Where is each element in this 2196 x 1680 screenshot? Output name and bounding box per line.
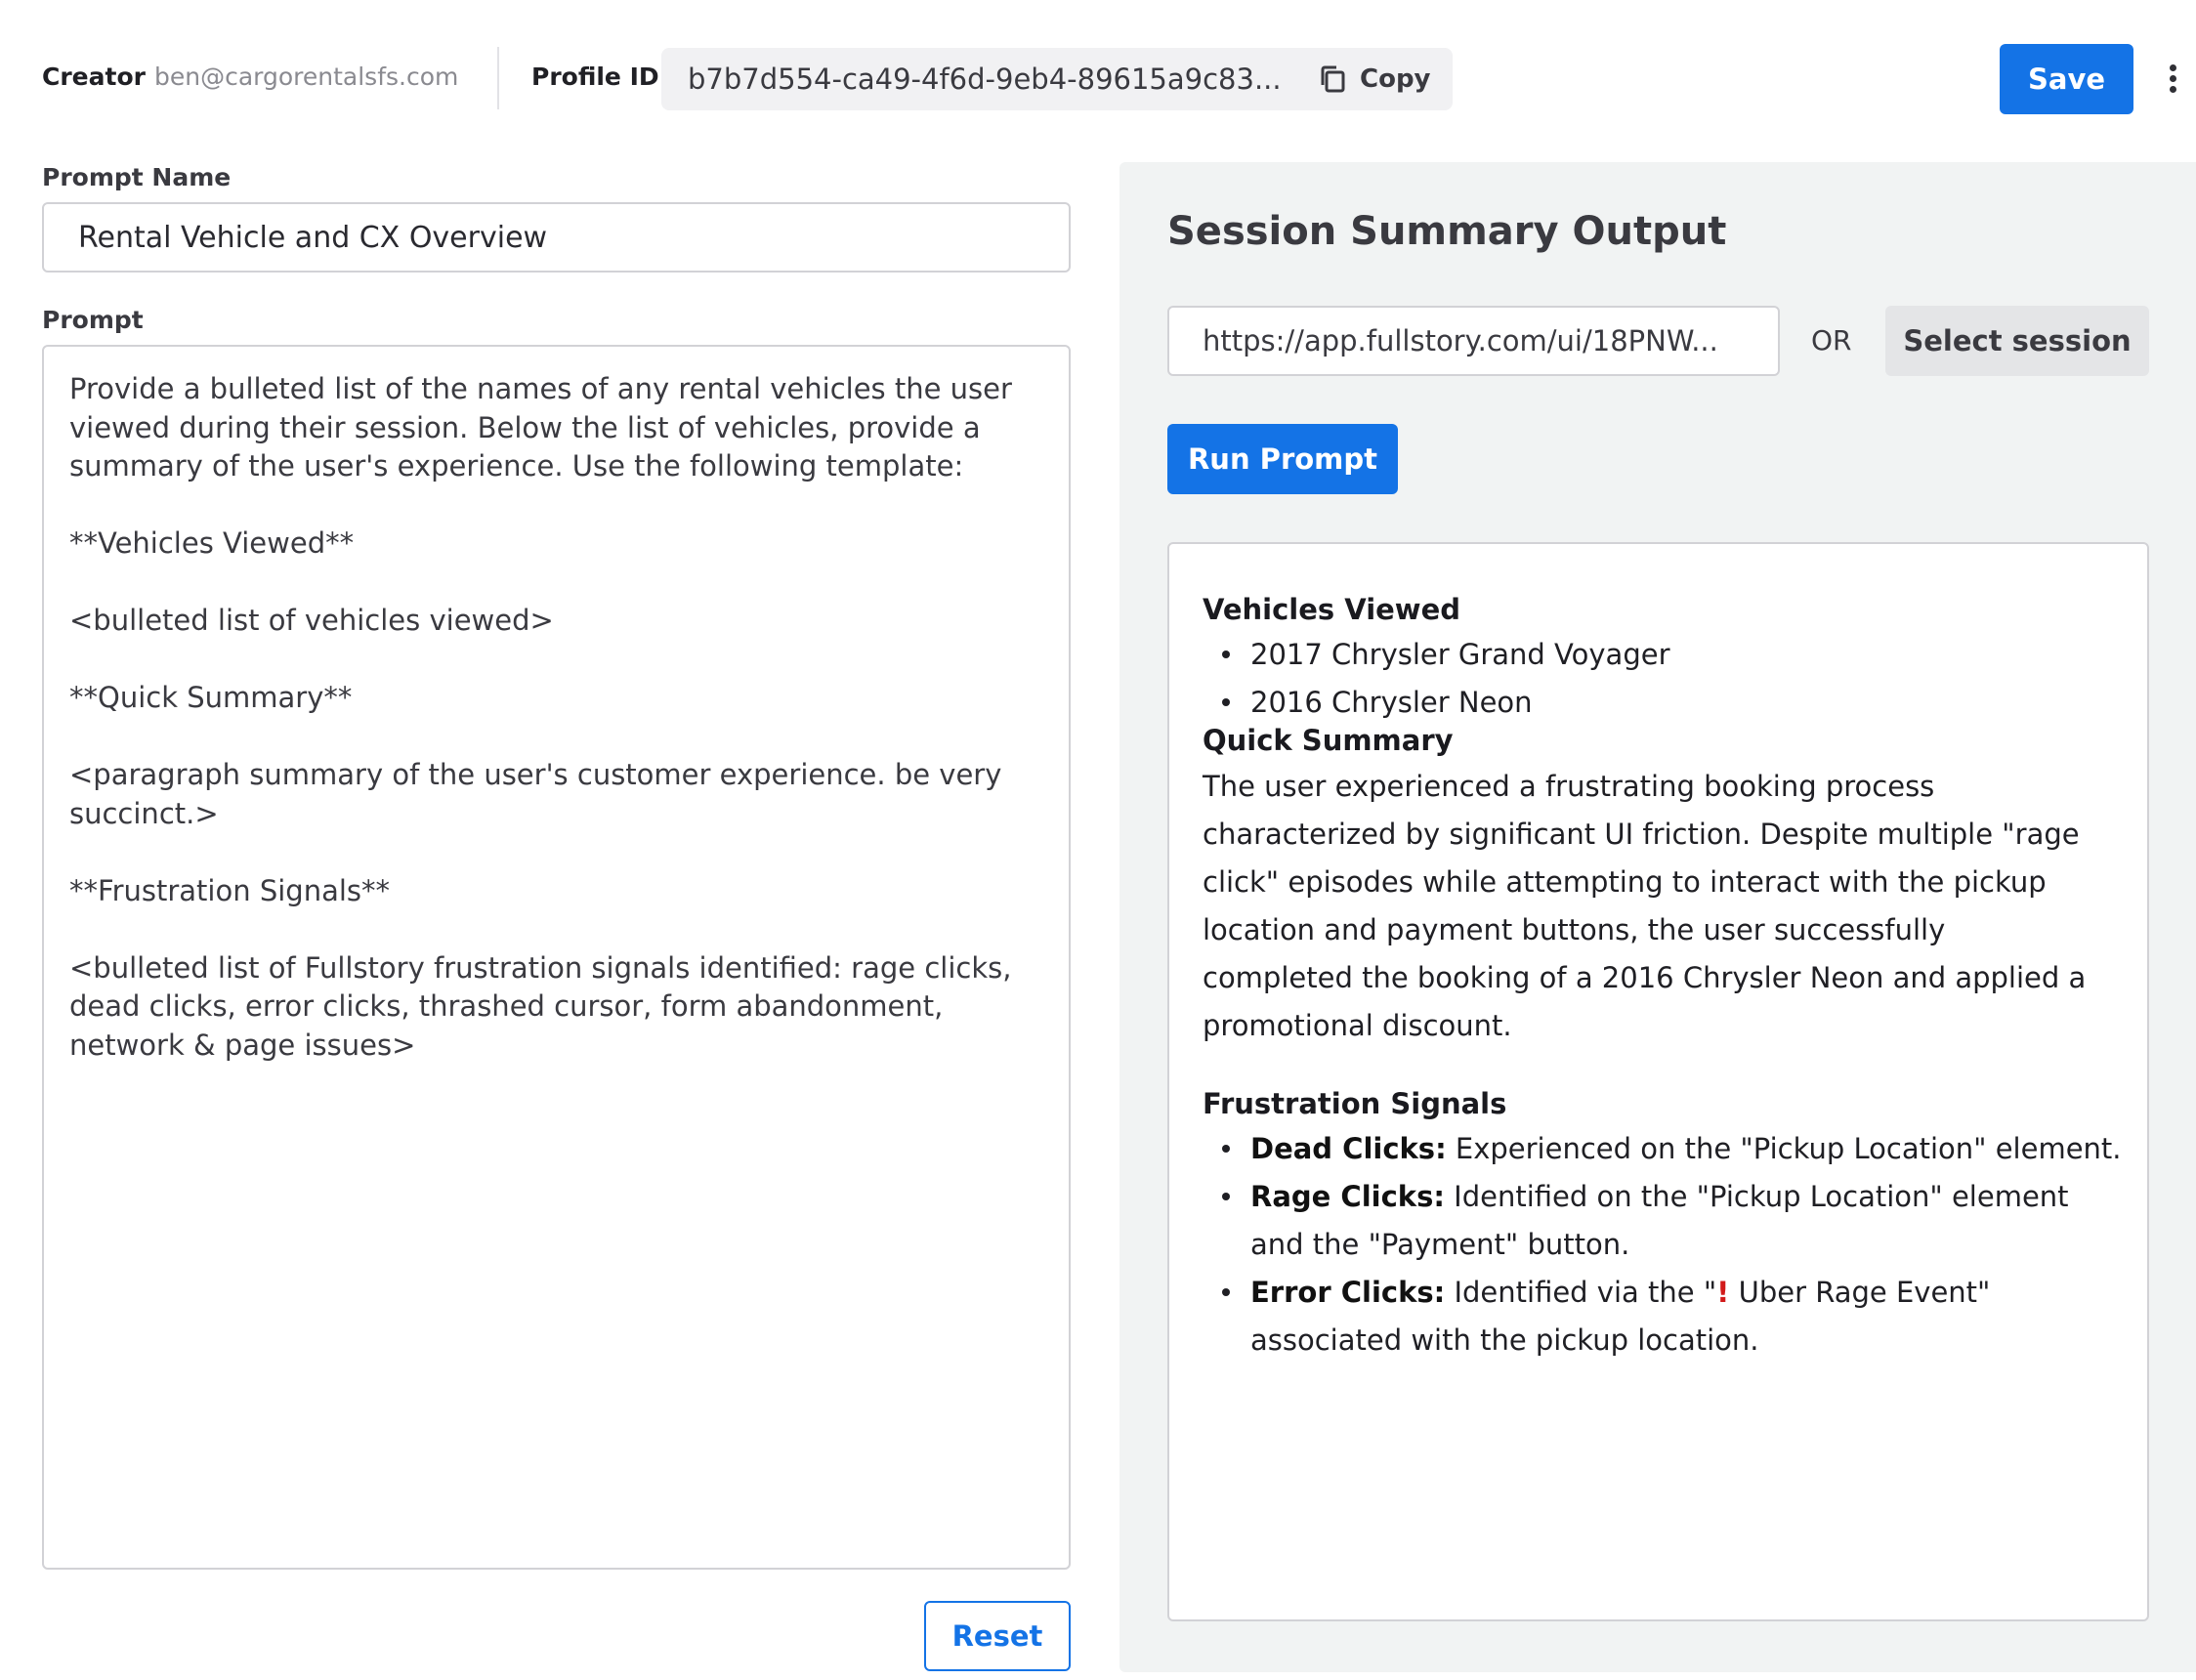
copy-icon bbox=[1318, 63, 1347, 95]
list-item: Rage Clicks: Identified on the "Pickup L… bbox=[1203, 1173, 2122, 1269]
list-item: Dead Clicks: Experienced on the "Pickup … bbox=[1203, 1125, 2122, 1173]
prompt-textarea[interactable]: Provide a bulleted list of the names of … bbox=[42, 345, 1071, 1570]
or-label: OR bbox=[1811, 324, 1852, 357]
session-url-input[interactable] bbox=[1167, 306, 1780, 376]
profile-id-label: Profile ID bbox=[531, 63, 659, 91]
creator-email: ben@cargorentalsfs.com bbox=[154, 63, 459, 91]
bullet-icon bbox=[1222, 698, 1230, 706]
save-button[interactable]: Save bbox=[2000, 44, 2133, 114]
bullet-icon bbox=[1222, 1288, 1230, 1296]
list-item: 2016 Chrysler Neon bbox=[1203, 679, 1670, 727]
copy-button[interactable]: Copy bbox=[1318, 48, 1453, 110]
bullet-icon bbox=[1222, 651, 1230, 658]
kebab-menu-icon[interactable] bbox=[2159, 59, 2186, 98]
creator-label: Creator bbox=[42, 63, 146, 91]
prompt-label: Prompt bbox=[42, 306, 144, 334]
prompt-name-label: Prompt Name bbox=[42, 163, 232, 191]
list-item: 2017 Chrysler Grand Voyager bbox=[1203, 631, 1670, 679]
vehicles-heading: Vehicles Viewed bbox=[1203, 593, 1461, 626]
page-header: Creator ben@cargorentalsfs.com Profile I… bbox=[0, 0, 2196, 156]
profile-id-box: b7b7d554-ca49-4f6d-9eb4-89615a9c83... Co… bbox=[661, 48, 1453, 110]
list-item: Error Clicks: Identified via the "! Uber… bbox=[1203, 1269, 2122, 1365]
panel-title: Session Summary Output bbox=[1167, 209, 1727, 254]
select-session-button[interactable]: Select session bbox=[1885, 306, 2149, 376]
session-summary-panel: Session Summary Output OR Select session… bbox=[1119, 162, 2196, 1672]
copy-label: Copy bbox=[1360, 64, 1431, 94]
signals-list: Dead Clicks: Experienced on the "Pickup … bbox=[1203, 1125, 2122, 1365]
run-prompt-button[interactable]: Run Prompt bbox=[1167, 424, 1398, 494]
header-divider bbox=[497, 47, 499, 109]
exclamation-icon: ! bbox=[1716, 1276, 1730, 1309]
signals-heading: Frustration Signals bbox=[1203, 1087, 1507, 1120]
summary-heading: Quick Summary bbox=[1203, 724, 1454, 757]
summary-paragraph: The user experienced a frustrating booki… bbox=[1203, 770, 2087, 1042]
bullet-icon bbox=[1222, 1193, 1230, 1200]
reset-button[interactable]: Reset bbox=[924, 1601, 1071, 1671]
vehicles-list: 2017 Chrysler Grand Voyager 2016 Chrysle… bbox=[1203, 631, 1670, 727]
prompt-name-input[interactable] bbox=[42, 202, 1071, 273]
output-box: Vehicles Viewed 2017 Chrysler Grand Voya… bbox=[1167, 542, 2149, 1621]
bullet-icon bbox=[1222, 1145, 1230, 1153]
prompt-editor: Prompt Name Prompt Provide a bulleted li… bbox=[0, 156, 1094, 1680]
profile-id-value: b7b7d554-ca49-4f6d-9eb4-89615a9c83... bbox=[688, 63, 1282, 96]
